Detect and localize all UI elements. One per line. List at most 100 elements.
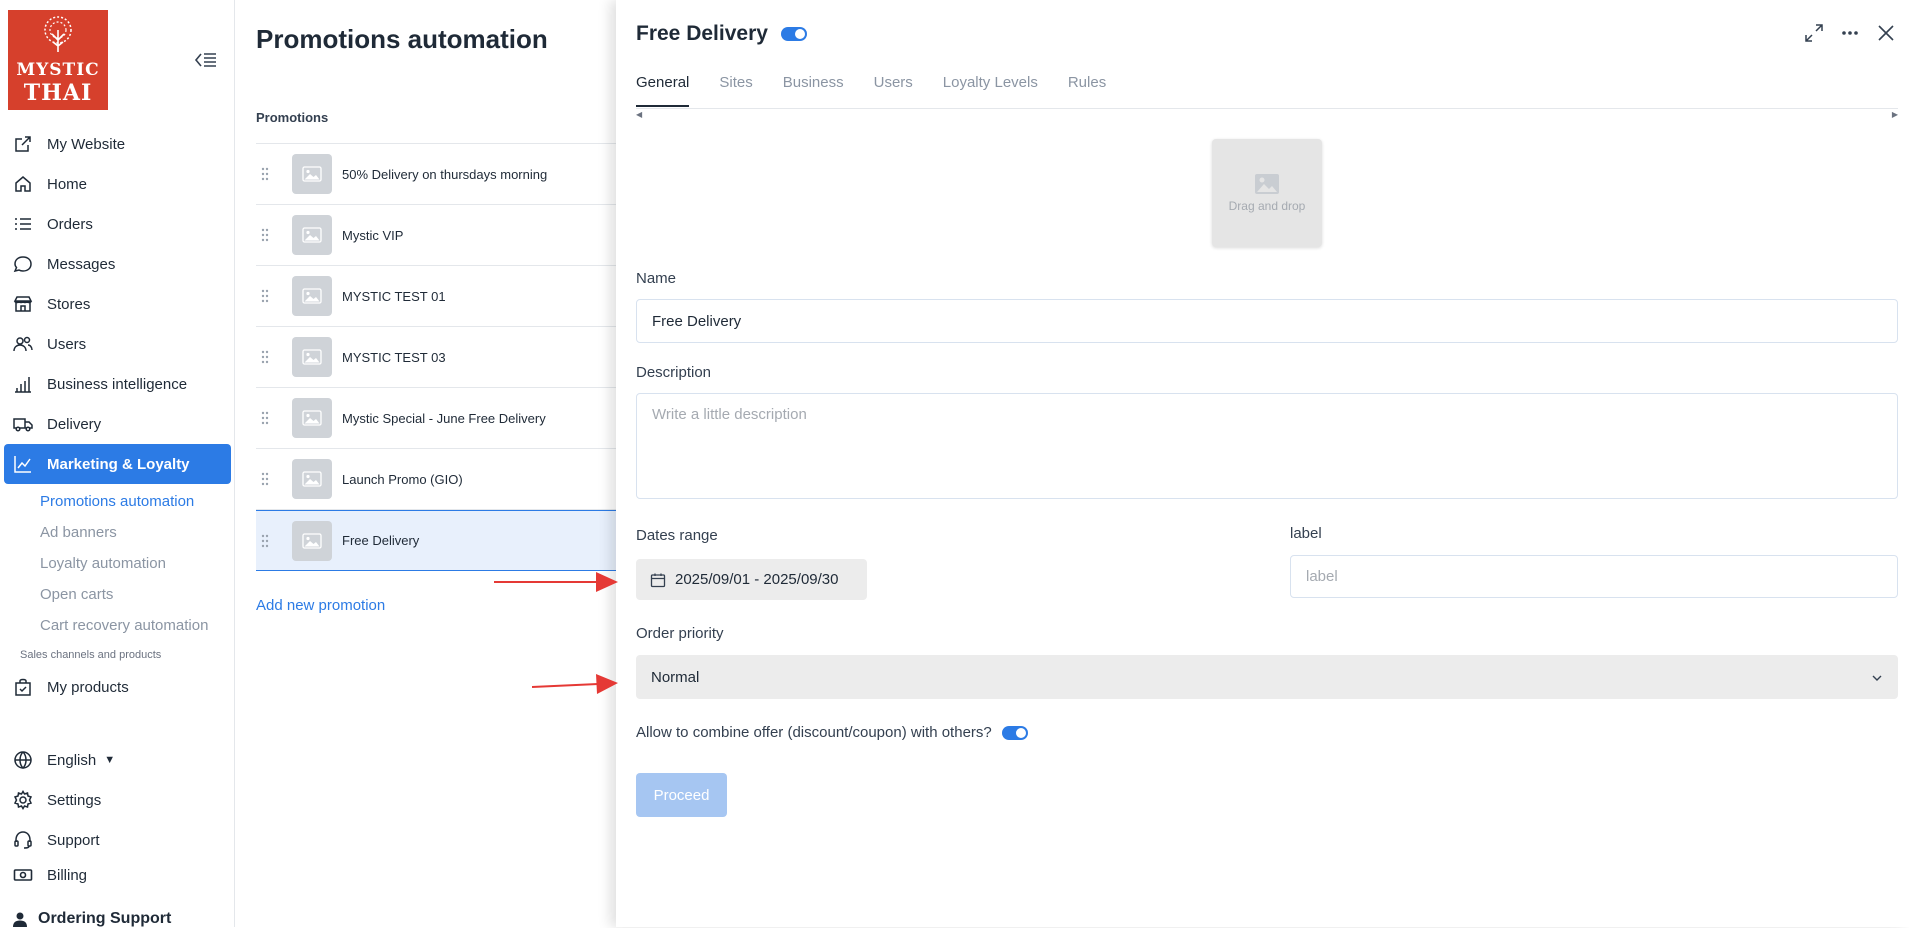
tab-general[interactable]: General	[636, 74, 690, 107]
users-icon	[12, 333, 34, 355]
drag-handle-icon[interactable]	[258, 472, 272, 486]
subnav-ad-banners[interactable]: Ad banners	[0, 517, 235, 548]
tab-sites[interactable]: Sites	[719, 74, 752, 107]
scroll-right-icon[interactable]: ▶	[1892, 110, 1898, 119]
nav-label: Billing	[47, 866, 88, 884]
proceed-button[interactable]: Proceed	[636, 773, 727, 817]
subnav-loyalty-automation[interactable]: Loyalty automation	[0, 548, 235, 579]
gear-icon	[12, 789, 34, 811]
language-label: English	[47, 751, 97, 769]
dates-range-picker[interactable]: 2025/09/01 - 2025/09/30	[636, 559, 867, 600]
add-new-promotion-link[interactable]: Add new promotion	[256, 597, 385, 614]
subnav-cart-recovery-automation[interactable]: Cart recovery automation	[0, 610, 235, 641]
promotion-drawer: Free Delivery General Sites Business Use…	[616, 0, 1909, 927]
promotion-row[interactable]: MYSTIC TEST 01	[256, 266, 616, 327]
nav-my-website[interactable]: My Website	[0, 124, 235, 164]
name-label: Name	[636, 270, 677, 287]
drag-handle-icon[interactable]	[258, 228, 272, 242]
brand-logo[interactable]: MYSTIC THAI	[8, 10, 108, 110]
promotion-name: Mystic Special - June Free Delivery	[342, 410, 546, 426]
nav-marketing-loyalty[interactable]: Marketing & Loyalty	[4, 444, 231, 484]
tabs-scrollbar[interactable]: ◀ ▶	[636, 108, 1898, 119]
truck-icon	[12, 413, 34, 435]
collapse-sidebar-icon[interactable]	[192, 50, 218, 70]
promotion-enabled-toggle[interactable]	[781, 27, 807, 46]
more-options-icon[interactable]	[1839, 22, 1861, 44]
toggle-switch[interactable]	[781, 27, 807, 41]
tree-icon	[44, 16, 72, 52]
nav-messages[interactable]: Messages	[0, 244, 235, 284]
nav-billing[interactable]: Billing	[0, 860, 235, 890]
promotion-row[interactable]: 50% Delivery on thursdays morning	[256, 144, 616, 205]
nav-my-products[interactable]: My products	[0, 667, 235, 707]
billing-icon	[12, 864, 34, 886]
drag-handle-icon[interactable]	[258, 289, 272, 303]
drag-handle-icon[interactable]	[258, 167, 272, 181]
marketing-subnav: Promotions automation Ad banners Loyalty…	[0, 486, 235, 641]
description-textarea[interactable]	[636, 393, 1898, 499]
promotion-row[interactable]: Free Delivery	[256, 510, 616, 571]
expand-icon[interactable]	[1803, 22, 1825, 44]
description-label: Description	[636, 364, 712, 381]
nav-users[interactable]: Users	[0, 324, 235, 364]
promotion-name: Mystic VIP	[342, 227, 404, 243]
main-nav: My Website Home Orders Messages Stores U…	[0, 124, 235, 707]
order-priority-select[interactable]: Normal	[636, 655, 1898, 699]
label-field-label: label	[1290, 525, 1322, 542]
nav-settings[interactable]: Settings	[0, 780, 235, 820]
promotion-row[interactable]: Launch Promo (GIO)	[256, 449, 616, 510]
drag-handle-icon[interactable]	[258, 350, 272, 364]
logo-line-2: THAI	[23, 80, 93, 106]
name-input[interactable]	[636, 299, 1898, 343]
promotion-row[interactable]: MYSTIC TEST 03	[256, 327, 616, 388]
nav-label: Home	[47, 175, 88, 193]
nav-delivery[interactable]: Delivery	[0, 404, 235, 444]
sidebar: MYSTIC THAI My Website Home Orders Messa…	[0, 0, 235, 927]
scroll-left-icon[interactable]: ◀	[636, 110, 642, 119]
promotions-list: 50% Delivery on thursdays morning Mystic …	[256, 143, 616, 571]
image-dropzone[interactable]: Drag and drop	[1212, 139, 1322, 247]
image-placeholder-icon	[292, 276, 332, 316]
subnav-promotions-automation[interactable]: Promotions automation	[0, 486, 235, 517]
tab-business[interactable]: Business	[783, 74, 844, 107]
nav-home[interactable]: Home	[0, 164, 235, 204]
nav-support[interactable]: Support	[0, 820, 235, 860]
nav-label: Orders	[47, 215, 93, 233]
nav-label: Settings	[47, 791, 102, 809]
bottom-nav: English ▼ Settings Support Billing	[0, 740, 235, 890]
combine-offer-label: Allow to combine offer (discount/coupon)…	[636, 724, 992, 741]
nav-orders[interactable]: Orders	[0, 204, 235, 244]
drawer-tabs: General Sites Business Users Loyalty Lev…	[636, 74, 1106, 107]
promotion-row[interactable]: Mystic Special - June Free Delivery	[256, 388, 616, 449]
headset-icon	[12, 829, 34, 851]
ordering-support-label: Ordering Support	[38, 910, 172, 927]
list-icon	[12, 213, 34, 235]
tab-users[interactable]: Users	[874, 74, 913, 107]
image-placeholder-icon	[292, 398, 332, 438]
drag-handle-icon[interactable]	[258, 534, 272, 548]
dropzone-text: Drag and drop	[1228, 199, 1306, 213]
nav-label: My Website	[47, 135, 126, 153]
tab-rules[interactable]: Rules	[1068, 74, 1106, 107]
language-selector[interactable]: English ▼	[0, 740, 235, 780]
promotion-name: MYSTIC TEST 03	[342, 349, 446, 365]
promotion-row[interactable]: Mystic VIP	[256, 205, 616, 266]
calendar-icon	[650, 572, 666, 588]
close-icon[interactable]	[1875, 22, 1897, 44]
annotation-arrow-priority	[532, 674, 618, 694]
store-icon	[12, 293, 34, 315]
dates-range-value: 2025/09/01 - 2025/09/30	[675, 571, 839, 588]
label-input[interactable]	[1290, 555, 1898, 598]
tab-loyalty-levels[interactable]: Loyalty Levels	[943, 74, 1038, 107]
drag-handle-icon[interactable]	[258, 411, 272, 425]
combine-offer-row: Allow to combine offer (discount/coupon)…	[636, 724, 1028, 741]
combine-offer-toggle[interactable]	[1001, 725, 1028, 740]
nav-stores[interactable]: Stores	[0, 284, 235, 324]
logo-line-1: MYSTIC	[16, 60, 100, 80]
subnav-open-carts[interactable]: Open carts	[0, 579, 235, 610]
ordering-support[interactable]: Ordering Support	[0, 910, 171, 928]
promotions-list-header: Promotions	[256, 110, 329, 125]
section-label-sales-channels: Sales channels and products	[20, 649, 162, 661]
nav-label: My products	[47, 678, 129, 696]
nav-business-intelligence[interactable]: Business intelligence	[0, 364, 235, 404]
